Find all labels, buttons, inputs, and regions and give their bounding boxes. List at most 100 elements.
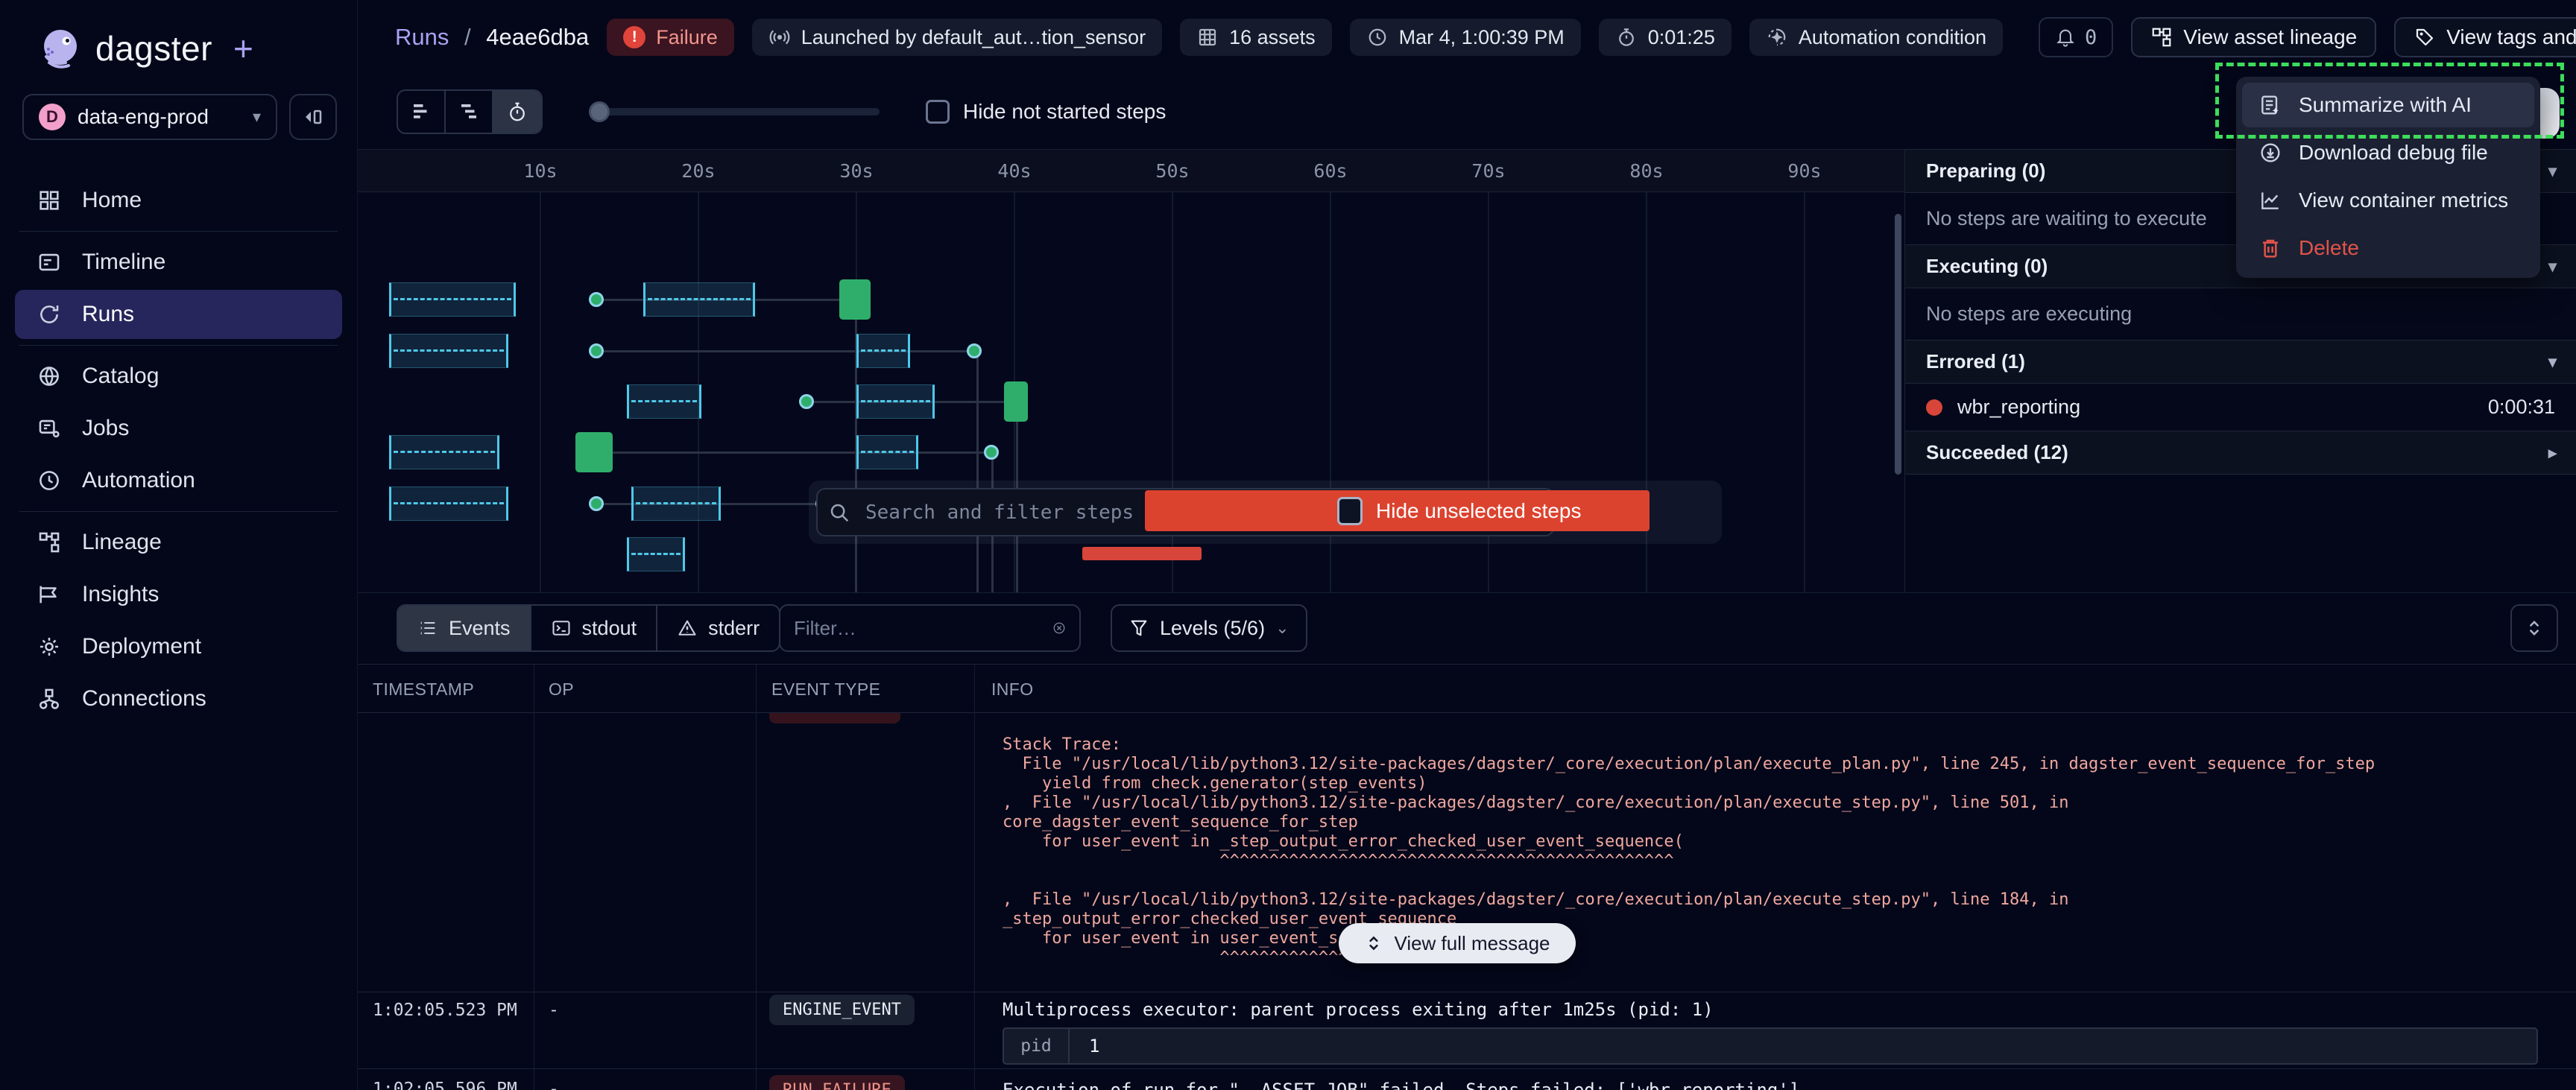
sidebar-item-runs[interactable]: Runs [15, 290, 342, 339]
step-marker[interactable] [984, 445, 999, 460]
error-dot-icon [1926, 399, 1942, 416]
panel-section-errored[interactable]: Errored (1)▾ [1905, 340, 2576, 383]
slider-thumb[interactable] [589, 101, 610, 122]
step-bar-not-started[interactable] [856, 334, 910, 368]
step-marker[interactable] [589, 292, 604, 307]
run-events-panel: Events stdout stderr Levels (5/6) ⌄ [358, 592, 2576, 1090]
sidebar-item-home[interactable]: Home [15, 176, 342, 225]
view-full-message-button[interactable]: View full message [1339, 923, 1576, 963]
event-message: Execution of run for "__ASSET_JOB" faile… [1003, 1080, 1799, 1090]
tab-label: stderr [708, 617, 760, 640]
menu-item-download-debug-file[interactable]: Download debug file [2242, 130, 2534, 175]
step-bar-failed[interactable] [1082, 547, 1202, 560]
gantt-zoom-slider[interactable] [590, 108, 880, 115]
lineage-icon [2150, 26, 2173, 48]
logo-wordmark: dagster [95, 28, 212, 69]
run-pill-sensor: Launched by default_aut…tion_sensor [752, 19, 1162, 56]
axis-tick-label: 90s [1787, 160, 1821, 182]
sidebar-item-jobs[interactable]: Jobs [15, 404, 342, 453]
gantt-flat-view-button[interactable] [398, 91, 446, 133]
step-bar-succeeded[interactable] [1004, 381, 1028, 422]
run-pill-label: Automation condition [1799, 26, 1986, 49]
step-bar-not-started[interactable] [631, 487, 721, 521]
sidebar-item-deployment[interactable]: Deployment [15, 622, 342, 671]
step-bar-not-started[interactable] [389, 435, 499, 469]
workspace-name: data-eng-prod [78, 105, 241, 129]
sidebar-item-timeline[interactable]: Timeline [15, 238, 342, 287]
panel-section-succeeded[interactable]: Succeeded (12)▸ [1905, 431, 2576, 474]
dependency-line[interactable] [596, 350, 974, 352]
dependency-line[interactable] [976, 351, 979, 592]
hide-unselected-annotation-highlight: Hide unselected steps [1145, 490, 1650, 531]
step-marker[interactable] [589, 496, 604, 511]
step-bar-not-started[interactable] [627, 384, 701, 419]
catalog-icon [36, 363, 63, 390]
step-bar-not-started[interactable] [643, 282, 755, 317]
step-marker[interactable] [799, 394, 814, 409]
menu-item-delete[interactable]: Delete [2242, 226, 2534, 270]
stack-trace-line: File "/usr/local/lib/python3.12/site-pac… [1003, 755, 2375, 774]
workspace-switcher[interactable]: D data-eng-prod ▾ [22, 94, 277, 140]
step-bar-not-started[interactable] [856, 384, 935, 419]
event-filter-input[interactable] [794, 617, 1044, 640]
step-bar-succeeded[interactable] [575, 432, 613, 472]
hide-not-started-label: Hide not started steps [963, 100, 1166, 124]
grid-icon [1196, 26, 1219, 48]
dagster-app: dagster + D data-eng-prod ▾ HomeTimeline… [0, 0, 2576, 1090]
step-bar-not-started[interactable] [389, 282, 516, 317]
bell-icon [2055, 27, 2076, 48]
section-title: Executing (0) [1926, 255, 2048, 278]
gantt-timed-view-button[interactable] [493, 91, 541, 133]
notifications-button[interactable]: 0 [2039, 17, 2113, 57]
step-bar-succeeded[interactable] [839, 279, 871, 320]
gantt-vertical-scrollbar[interactable] [1895, 214, 1901, 475]
stack-trace-line: ^^^^^^^^^^^^^^^^^^^^^^^^^^^^^^^^^^^^^^^^… [1003, 852, 2375, 871]
step-bar-not-started[interactable] [856, 435, 918, 469]
run-pill-grid: 16 assets [1180, 19, 1332, 56]
collapse-icon [302, 106, 324, 128]
levels-label: Levels (5/6) [1160, 617, 1265, 640]
breadcrumb-runs-link[interactable]: Runs [395, 24, 449, 50]
sidebar-divider [19, 511, 338, 512]
sidebar-item-insights[interactable]: Insights [15, 570, 342, 619]
errored-step-row[interactable]: wbr_reporting0:00:31 [1905, 383, 2576, 431]
sidebar-item-automation[interactable]: Automation [15, 456, 342, 505]
tab-events[interactable]: Events [398, 606, 531, 650]
section-title: Preparing (0) [1926, 159, 2045, 183]
menu-item-view-container-metrics[interactable]: View container metrics [2242, 178, 2534, 223]
section-title: Succeeded (12) [1926, 441, 2068, 464]
view-asset-lineage-button[interactable]: View asset lineage [2131, 17, 2376, 57]
checkbox-unchecked[interactable] [926, 100, 950, 124]
tag-icon [2414, 26, 2436, 48]
dependency-line[interactable] [594, 451, 991, 454]
tab-stdout[interactable]: stdout [531, 606, 658, 650]
view-tags-config-button[interactable]: View tags and config [2394, 17, 2576, 57]
levels-dropdown[interactable]: Levels (5/6) ⌄ [1111, 604, 1307, 652]
menu-item-summarize-with-ai[interactable]: Summarize with AI [2242, 83, 2534, 127]
sidebar-item-lineage[interactable]: Lineage [15, 518, 342, 567]
step-marker[interactable] [967, 343, 982, 358]
col-event-type: EVENT TYPE [771, 679, 880, 700]
clear-filter-icon[interactable] [1052, 617, 1066, 639]
step-bar-not-started[interactable] [389, 487, 508, 521]
tab-label: stdout [582, 617, 637, 640]
sidebar-item-connections[interactable]: Connections [15, 674, 342, 723]
step-marker[interactable] [589, 343, 604, 358]
list-icon [417, 618, 438, 639]
tab-stderr[interactable]: stderr [657, 606, 779, 650]
terminal-icon [551, 618, 572, 639]
step-bar-not-started[interactable] [389, 334, 508, 368]
hide-unselected-checkbox[interactable] [1337, 497, 1363, 525]
funnel-icon [1128, 618, 1149, 639]
gantt-waterfall-view-button[interactable] [446, 91, 493, 133]
event-op: - [549, 1080, 559, 1090]
collapse-sidebar-button[interactable] [289, 94, 337, 140]
run-pill-clock: Mar 4, 1:00:39 PM [1350, 19, 1581, 56]
sort-order-button[interactable] [2510, 604, 2558, 652]
step-name: wbr_reporting [1957, 396, 2080, 419]
sidebar-item-catalog[interactable]: Catalog [15, 352, 342, 401]
waterfall-icon [458, 101, 480, 123]
step-bar-not-started[interactable] [627, 537, 685, 571]
hide-not-started-checkbox[interactable]: Hide not started steps [926, 100, 1166, 124]
sidebar-item-label: Deployment [82, 634, 201, 659]
